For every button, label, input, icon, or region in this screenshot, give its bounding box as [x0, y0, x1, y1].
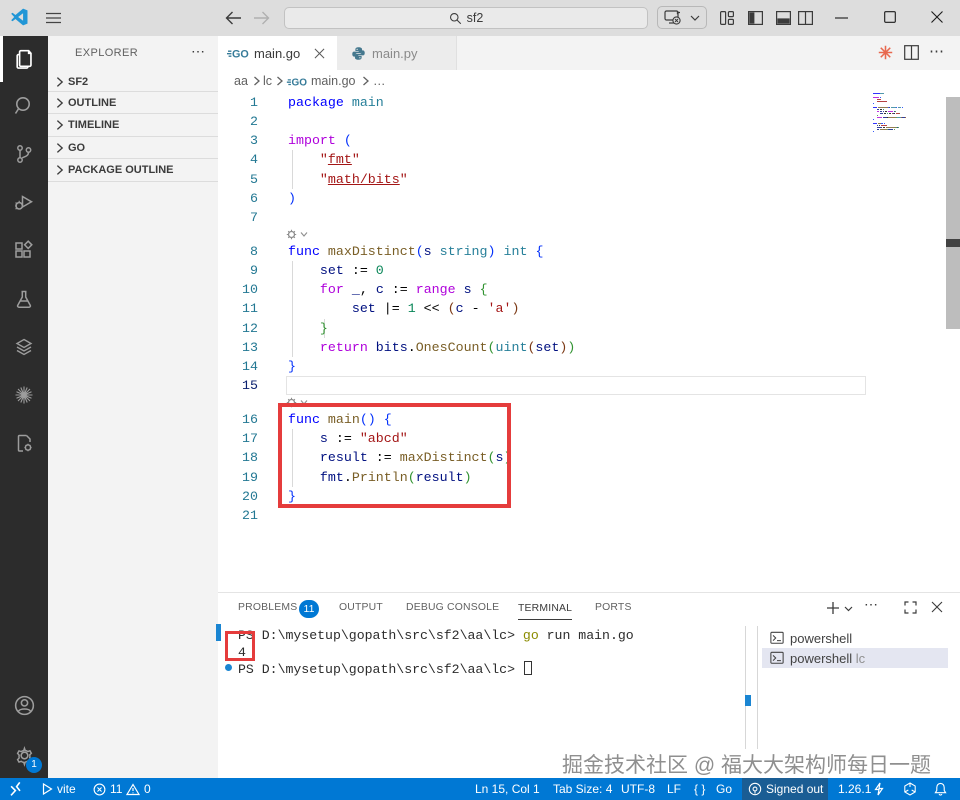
svg-text:GO: GO [232, 48, 249, 60]
svg-text:GO: GO [291, 78, 307, 88]
